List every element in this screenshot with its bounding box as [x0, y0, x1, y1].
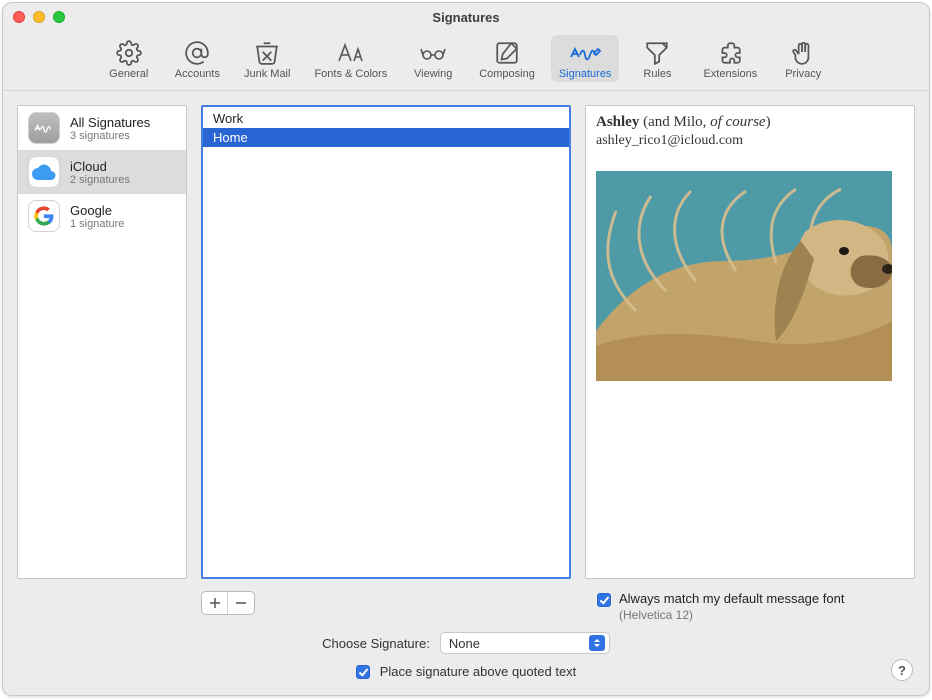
account-count: 2 signatures: [70, 174, 130, 186]
preview-email: ashley_rico1@icloud.com: [596, 133, 904, 149]
toolbar-junk-mail[interactable]: Junk Mail: [236, 35, 298, 82]
choose-signature-value: None: [449, 636, 480, 651]
preferences-toolbar: General Accounts Junk Mail Fonts & Color…: [3, 31, 929, 91]
toolbar-fonts-colors[interactable]: Fonts & Colors: [306, 35, 395, 82]
account-name: Google: [70, 203, 124, 218]
accounts-list[interactable]: All Signatures 3 signatures iCloud 2 sig…: [17, 105, 187, 579]
signature-item-work[interactable]: Work: [203, 109, 569, 128]
minus-icon: [235, 597, 247, 609]
toolbar-composing[interactable]: Composing: [471, 35, 543, 82]
at-icon: [177, 39, 217, 67]
account-name: All Signatures: [70, 115, 150, 130]
add-signature-button[interactable]: [202, 592, 228, 614]
place-above-label: Place signature above quoted text: [380, 664, 577, 679]
signature-preview[interactable]: Ashley (and Milo, of course) ashley_rico…: [585, 105, 915, 579]
toolbar-label: Junk Mail: [244, 68, 290, 80]
titlebar: Signatures: [3, 3, 929, 31]
account-icloud[interactable]: iCloud 2 signatures: [18, 150, 186, 194]
all-signatures-icon: [28, 112, 60, 144]
junk-icon: [247, 39, 287, 67]
match-font-sublabel: (Helvetica 12): [619, 608, 844, 622]
choose-signature-label: Choose Signature:: [322, 636, 430, 651]
toolbar-viewing[interactable]: Viewing: [403, 35, 463, 82]
glasses-icon: [413, 39, 453, 67]
puzzle-icon: [710, 39, 750, 67]
signatures-window: Signatures General Accounts Junk Mail: [2, 2, 930, 696]
zoom-icon[interactable]: [53, 11, 65, 23]
footer: Choose Signature: None Place signature a…: [3, 622, 929, 695]
window-controls: [13, 11, 65, 23]
toolbar-label: Composing: [479, 68, 535, 80]
match-font-option: Always match my default message font (He…: [597, 591, 929, 622]
toolbar-rules[interactable]: Rules: [627, 35, 687, 82]
close-icon[interactable]: [13, 11, 25, 23]
toolbar-label: Extensions: [703, 68, 757, 80]
compose-icon: [487, 39, 527, 67]
preview-display-name: Ashley (and Milo, of course): [596, 114, 904, 131]
gear-icon: [109, 39, 149, 67]
select-stepper-icon: [589, 635, 605, 651]
remove-signature-button[interactable]: [228, 592, 254, 614]
toolbar-label: Privacy: [785, 68, 821, 80]
account-all-signatures[interactable]: All Signatures 3 signatures: [18, 106, 186, 150]
toolbar-accounts[interactable]: Accounts: [167, 35, 228, 82]
toolbar-signatures[interactable]: Signatures: [551, 35, 620, 82]
account-count: 1 signature: [70, 218, 124, 230]
window-title: Signatures: [3, 10, 929, 25]
signature-item-home[interactable]: Home: [203, 128, 569, 147]
below-columns-row: Always match my default message font (He…: [3, 585, 929, 622]
toolbar-general[interactable]: General: [99, 35, 159, 82]
toolbar-label: Rules: [643, 68, 671, 80]
place-above-checkbox[interactable]: [356, 665, 370, 679]
match-font-checkbox[interactable]: [597, 593, 611, 607]
help-icon: ?: [898, 663, 906, 678]
toolbar-label: General: [109, 68, 148, 80]
toolbar-label: Fonts & Colors: [314, 68, 387, 80]
account-name: iCloud: [70, 159, 130, 174]
toolbar-label: Viewing: [414, 68, 452, 80]
fonts-icon: [331, 39, 371, 67]
preview-image: [596, 171, 892, 381]
toolbar-extensions[interactable]: Extensions: [695, 35, 765, 82]
content-area: All Signatures 3 signatures iCloud 2 sig…: [3, 91, 929, 585]
toolbar-label: Accounts: [175, 68, 220, 80]
choose-signature-select[interactable]: None: [440, 632, 610, 654]
signature-icon: [565, 39, 605, 67]
add-remove-signature: [201, 591, 255, 615]
account-count: 3 signatures: [70, 130, 150, 142]
rules-icon: [637, 39, 677, 67]
hand-icon: [783, 39, 823, 67]
minimize-icon[interactable]: [33, 11, 45, 23]
toolbar-label: Signatures: [559, 68, 612, 80]
plus-icon: [209, 597, 221, 609]
toolbar-privacy[interactable]: Privacy: [773, 35, 833, 82]
signature-names-list[interactable]: Work Home: [201, 105, 571, 579]
account-google[interactable]: Google 1 signature: [18, 194, 186, 238]
icloud-icon: [28, 156, 60, 188]
help-button[interactable]: ?: [891, 659, 913, 681]
google-icon: [28, 200, 60, 232]
match-font-label: Always match my default message font: [619, 591, 844, 606]
